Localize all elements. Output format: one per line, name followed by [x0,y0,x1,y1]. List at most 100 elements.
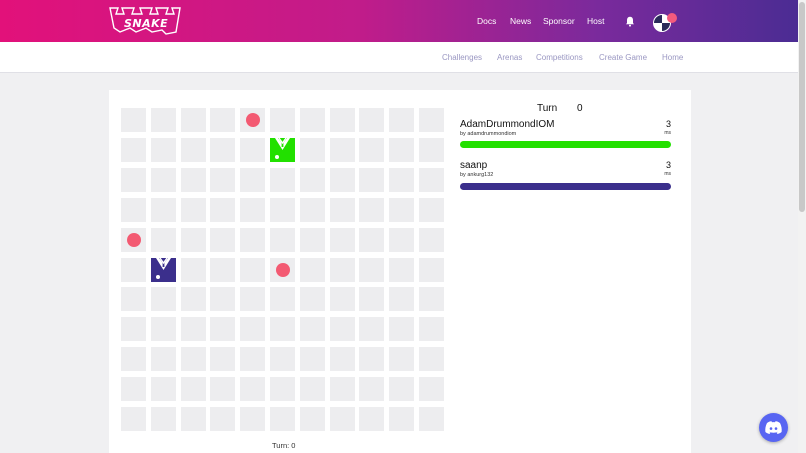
board-cell [270,227,295,252]
player-length: 3 [665,160,671,170]
board-cell [329,407,355,431]
bell-icon[interactable] [625,16,635,27]
subnav-arenas[interactable]: Arenas [497,53,522,62]
subnav-create-game[interactable]: Create Game [599,53,647,62]
turn-label: Turn [537,103,558,114]
board-cell [299,167,325,192]
board-cell [121,317,146,342]
board-cell [419,317,444,342]
board-cell [150,227,176,252]
board-cell [419,227,444,252]
board-cell [389,137,415,162]
board-cell [329,317,355,342]
player-latency-unit: ms [664,130,671,136]
board-cell [150,407,176,431]
board-cell [359,167,385,192]
board-cell [419,407,444,431]
subnav-challenges[interactable]: Challenges [442,53,482,62]
board-cell [299,108,325,132]
nav-host[interactable]: Host [587,16,604,26]
board-cell [121,137,146,162]
board-cell [419,167,444,192]
nav-docs[interactable]: Docs [477,16,496,26]
logo-text: SNAKE [124,17,169,30]
player-latency-unit: ms [664,171,671,177]
turn-value: 0 [577,103,583,114]
board-cell [359,347,385,372]
board-cell [240,287,266,312]
board-cell [210,347,236,372]
nav-news[interactable]: News [510,16,531,26]
board-cell [359,227,385,252]
board-cell [210,167,236,192]
sub-navbar: Challenges Arenas Competitions Create Ga… [0,42,798,73]
board-cell [180,108,206,132]
board-cell [389,167,415,192]
board-cell [180,167,206,192]
board-cell [389,347,415,372]
board-cell [329,137,355,162]
board-cell [270,347,295,372]
board-cell [419,287,444,312]
board-cell [389,108,415,132]
player-author: by adamdrummondiom [460,131,517,137]
board-cell [150,287,176,312]
board-cell [299,227,325,252]
board-cell [121,347,146,372]
board-cell [329,227,355,252]
subnav-competitions[interactable]: Competitions [536,53,583,62]
board-cell [299,407,325,431]
board-cell [270,317,295,342]
board-cell [270,407,295,431]
board-cell [240,137,266,162]
player-name: saanp [460,160,488,171]
board-cell [180,407,206,431]
board-cell [240,167,266,192]
board-cell [299,257,325,282]
board-cell [329,257,355,282]
board-cell [240,377,266,402]
nav-sponsor[interactable]: Sponsor [543,16,575,26]
board-cell [329,108,355,132]
board-cell [389,377,415,402]
health-bar [460,183,671,190]
board-cell [210,137,236,162]
player-card[interactable]: saanp by ankurg132 3 ms [460,160,672,190]
board-cell [419,197,444,222]
board-cell [210,197,236,222]
board-cell [299,287,325,312]
player-author: by ankurg132 [460,172,494,178]
board-cell [359,108,385,132]
board-cell [359,407,385,431]
subnav-home[interactable]: Home [662,53,683,62]
board-cell [359,377,385,402]
player-card[interactable]: AdamDrummondIOM by adamdrummondiom 3 ms [460,119,672,148]
board-cell [270,377,295,402]
board-cell [180,227,206,252]
board-cell [389,197,415,222]
board-cell [180,317,206,342]
snake-head [270,137,295,162]
board-cell [329,347,355,372]
board-cell [150,137,176,162]
board-cell [210,317,236,342]
board-cell [329,287,355,312]
board-cell [240,257,266,282]
board-cell [359,137,385,162]
board-cell [180,377,206,402]
food-item [275,262,290,277]
board-cell [419,257,444,282]
health-bar [460,141,671,148]
board-cell [270,287,295,312]
food-item [245,113,260,127]
board-cell [150,317,176,342]
board-cell [121,377,146,402]
board-cell [359,287,385,312]
board-cell [210,287,236,312]
discord-button[interactable] [759,413,788,442]
scrollbar-thumb[interactable] [799,2,805,212]
board-cell [180,197,206,222]
board-cell [150,108,176,132]
board-cell [210,257,236,282]
snake-head [150,257,176,282]
